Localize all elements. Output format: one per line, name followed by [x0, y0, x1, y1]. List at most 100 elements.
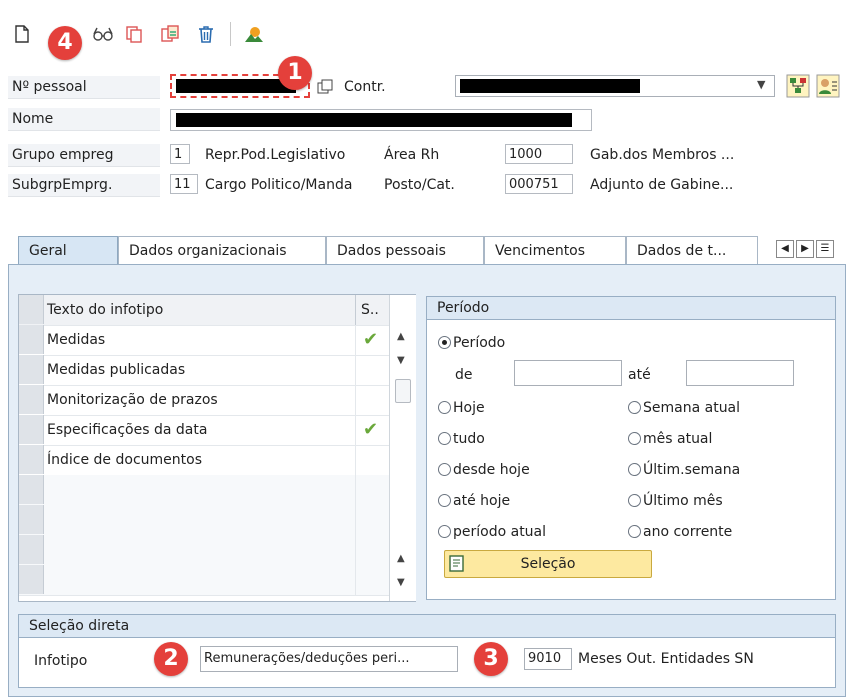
table-row[interactable]: [19, 535, 389, 566]
scroll-down-icon[interactable]: ▼: [397, 577, 405, 588]
name-label: Nome: [12, 111, 54, 127]
period-radio-label: Hoje: [453, 400, 485, 416]
new-document-icon[interactable]: [12, 24, 32, 44]
table-row[interactable]: Índice de documentos: [19, 445, 389, 476]
delete-icon[interactable]: [196, 24, 216, 44]
row-selector[interactable]: [19, 535, 44, 564]
contract-label: Contr.: [344, 79, 386, 95]
period-radio-option[interactable]: mês atual: [628, 428, 712, 450]
position-text: Adjunto de Gabine...: [590, 177, 734, 193]
column-divider: [355, 505, 356, 535]
tab-dados-de-t[interactable]: Dados de t...: [626, 236, 758, 264]
radio-unselected-icon: [628, 463, 641, 476]
row-selector[interactable]: [19, 385, 44, 414]
radio-unselected-icon: [438, 463, 451, 476]
toolbar-separator: [230, 22, 231, 46]
tab-vencimentos[interactable]: Vencimentos: [484, 236, 626, 264]
period-radio-option[interactable]: ano corrente: [628, 521, 732, 543]
row-text: Medidas: [47, 332, 106, 348]
tab-geral[interactable]: Geral: [18, 236, 118, 264]
hr-area-text: Gab.dos Membros ...: [590, 147, 735, 163]
radio-unselected-icon: [628, 401, 641, 414]
table-row[interactable]: Monitorização de prazos: [19, 385, 389, 416]
column-divider: [355, 325, 356, 355]
period-group-title: Período: [427, 297, 835, 320]
table-header-row: Texto do infotipo S..: [19, 295, 389, 326]
de-label: de: [455, 367, 473, 383]
row-selector[interactable]: [19, 565, 44, 594]
hr-area-value: 1000: [505, 144, 573, 164]
ate-date-input[interactable]: [686, 360, 794, 386]
table-row[interactable]: Especificações da data ✔: [19, 415, 389, 446]
ate-label: até: [628, 367, 651, 383]
table-row[interactable]: [19, 505, 389, 536]
infotype-table: Texto do infotipo S.. Medidas ✔ Medidas pu…: [18, 294, 416, 602]
column-divider: [355, 565, 356, 595]
scroll-down-icon[interactable]: ▼: [397, 355, 405, 366]
row-selector[interactable]: [19, 445, 44, 474]
selection-button-label: Seleção: [520, 556, 576, 572]
annotation-badge-4: 4: [48, 26, 82, 60]
emp-group-label: Grupo empreg: [12, 147, 114, 163]
employee-header: Nº pessoal Contr. ▼ Nome Grupo empreg 1 …: [0, 64, 850, 240]
period-radio-option[interactable]: desde hoje: [438, 459, 530, 481]
annotation-badge-1: 1: [278, 56, 312, 90]
row-text: Monitorização de prazos: [47, 392, 218, 408]
scroll-thumb[interactable]: [395, 379, 411, 403]
row-selector[interactable]: [19, 325, 44, 354]
tab-scroll-right-icon[interactable]: ▶: [796, 240, 814, 258]
period-radio-option[interactable]: período atual: [438, 521, 546, 543]
period-radio-option[interactable]: Hoje: [438, 397, 485, 419]
checkmark-icon: ✔: [363, 329, 379, 350]
tab-dados-organizacionais[interactable]: Dados organizacionais: [118, 236, 326, 264]
tab-dados-pessoais[interactable]: Dados pessoais: [326, 236, 484, 264]
row-selector[interactable]: [19, 355, 44, 384]
column-header-status[interactable]: S..: [361, 295, 379, 325]
chevron-down-icon[interactable]: ▼: [757, 78, 765, 91]
de-date-input[interactable]: [514, 360, 622, 386]
period-radio-option[interactable]: Semana atual: [628, 397, 740, 419]
overview-icon[interactable]: [244, 24, 264, 44]
period-radio-option[interactable]: até hoje: [438, 490, 510, 512]
row-selector[interactable]: [19, 415, 44, 444]
person-info-icon[interactable]: [816, 74, 840, 98]
radio-selected-icon: [438, 336, 451, 349]
personal-no-label: Nº pessoal: [12, 79, 87, 95]
table-row[interactable]: [19, 475, 389, 506]
glasses-icon[interactable]: [92, 24, 114, 44]
position-value: 000751: [505, 174, 573, 194]
infotipo-label: Infotipo: [34, 653, 88, 669]
table-row[interactable]: Medidas ✔: [19, 325, 389, 356]
row-selector[interactable]: [19, 505, 44, 534]
scroll-up-icon[interactable]: ▲: [397, 331, 405, 342]
possible-entries-icon[interactable]: [316, 78, 334, 96]
org-structure-icon[interactable]: [786, 74, 810, 98]
radio-unselected-icon: [438, 494, 451, 507]
select-all-cell[interactable]: [19, 295, 44, 324]
tab-scroll-left-icon[interactable]: ◀: [776, 240, 794, 258]
period-radio-option[interactable]: Últim.semana: [628, 459, 740, 481]
period-radio-label: Últim.semana: [643, 462, 741, 478]
period-radio-label: período atual: [453, 524, 547, 540]
row-selector[interactable]: [19, 475, 44, 504]
position-label: Posto/Cat.: [384, 177, 455, 193]
period-radio-option[interactable]: Último mês: [628, 490, 723, 512]
column-header-text[interactable]: Texto do infotipo: [47, 295, 163, 325]
change-icon[interactable]: [160, 24, 180, 44]
tab-list-icon[interactable]: ☰: [816, 240, 834, 258]
table-scrollbar[interactable]: ▲ ▼ ▲ ▼: [389, 295, 416, 601]
checkmark-icon: ✔: [363, 419, 379, 440]
scroll-up-icon[interactable]: ▲: [397, 553, 405, 564]
hr-area-label: Área Rh: [384, 147, 440, 163]
radio-unselected-icon: [438, 432, 451, 445]
infotipo-code-field[interactable]: 9010: [524, 648, 572, 670]
row-text: Índice de documentos: [47, 452, 202, 468]
selection-button[interactable]: Seleção: [444, 550, 652, 578]
table-row[interactable]: Medidas publicadas: [19, 355, 389, 386]
radio-periodo[interactable]: Período: [438, 332, 505, 354]
copy-icon[interactable]: [124, 24, 144, 44]
table-row[interactable]: [19, 565, 389, 596]
period-radio-label: desde hoje: [453, 462, 530, 478]
infotipo-input[interactable]: Remunerações/deduções peri...: [200, 646, 458, 672]
period-radio-option[interactable]: tudo: [438, 428, 485, 450]
